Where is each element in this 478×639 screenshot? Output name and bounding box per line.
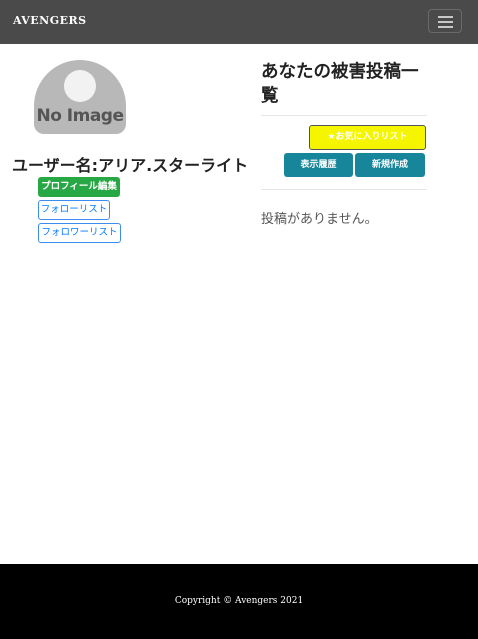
- avatar: No Image: [34, 60, 126, 134]
- new-post-button[interactable]: 新規作成: [355, 153, 425, 177]
- page-title: あなたの被害投稿一覧: [261, 62, 419, 106]
- follow-list-button[interactable]: フォローリスト: [38, 200, 110, 220]
- empty-posts-message: 投稿がありません。: [261, 212, 378, 227]
- follower-list-button[interactable]: フォロワーリスト: [38, 223, 121, 243]
- copyright-text: Copyright © Avengers 2021: [174, 596, 304, 606]
- view-history-button[interactable]: 表示履歴: [284, 153, 353, 177]
- divider: [261, 189, 427, 190]
- navbar-toggle-button[interactable]: [428, 9, 462, 33]
- navbar-brand[interactable]: AVENGERS: [13, 14, 87, 27]
- edit-profile-button[interactable]: プロフィール編集: [38, 177, 120, 197]
- footer: Copyright © Avengers 2021: [0, 564, 478, 639]
- navbar: AVENGERS: [0, 0, 478, 44]
- hamburger-icon: [438, 16, 453, 18]
- favorites-list-button[interactable]: ★お気に入りリスト: [309, 125, 426, 150]
- username: ユーザー名:アリア.スターライト: [12, 156, 249, 175]
- divider: [261, 115, 427, 116]
- avatar-head-icon: [64, 70, 96, 102]
- avatar-placeholder-text: No Image: [36, 106, 124, 126]
